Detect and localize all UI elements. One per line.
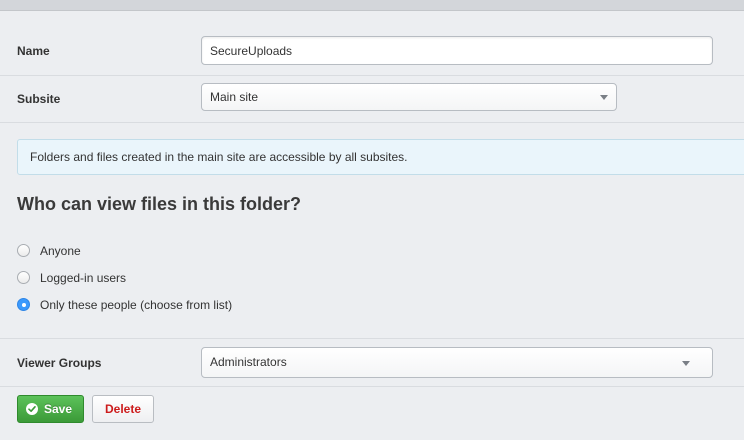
save-button[interactable]: Save — [17, 395, 84, 423]
viewer-groups-label: Viewer Groups — [17, 356, 102, 370]
radio-option-only-these-people[interactable]: Only these people (choose from list) — [17, 298, 277, 314]
radio-label: Logged-in users — [40, 271, 127, 285]
name-input[interactable] — [201, 36, 713, 65]
subsite-label: Subsite — [17, 92, 61, 106]
radio-option-logged-in-users[interactable]: Logged-in users — [17, 271, 167, 287]
info-notice-text: Folders and files created in the main si… — [30, 150, 408, 164]
divider — [0, 386, 744, 387]
permissions-heading: Who can view files in this folder? — [17, 194, 302, 214]
delete-button[interactable]: Delete — [92, 395, 154, 423]
divider — [0, 75, 744, 76]
chevron-down-icon — [682, 361, 690, 366]
radio-button-selected[interactable] — [17, 298, 30, 311]
viewer-groups-selected-value: Administrators — [210, 355, 287, 369]
subsite-select[interactable]: Main site — [201, 83, 617, 111]
info-notice: Folders and files created in the main si… — [17, 139, 744, 175]
chevron-down-icon — [600, 95, 608, 100]
delete-button-label: Delete — [104, 402, 142, 416]
checkmark-icon — [26, 403, 38, 415]
name-label: Name — [17, 44, 50, 58]
radio-label: Anyone — [40, 244, 81, 258]
top-toolbar-edge — [0, 0, 744, 11]
radio-button[interactable] — [17, 244, 30, 257]
divider — [0, 338, 744, 339]
divider — [0, 122, 744, 123]
subsite-selected-value: Main site — [210, 90, 259, 104]
radio-label: Only these people (choose from list) — [40, 298, 233, 312]
radio-option-anyone[interactable]: Anyone — [17, 244, 137, 260]
save-button-label: Save — [44, 402, 73, 416]
radio-button[interactable] — [17, 271, 30, 284]
viewer-groups-select[interactable]: Administrators — [201, 347, 713, 378]
